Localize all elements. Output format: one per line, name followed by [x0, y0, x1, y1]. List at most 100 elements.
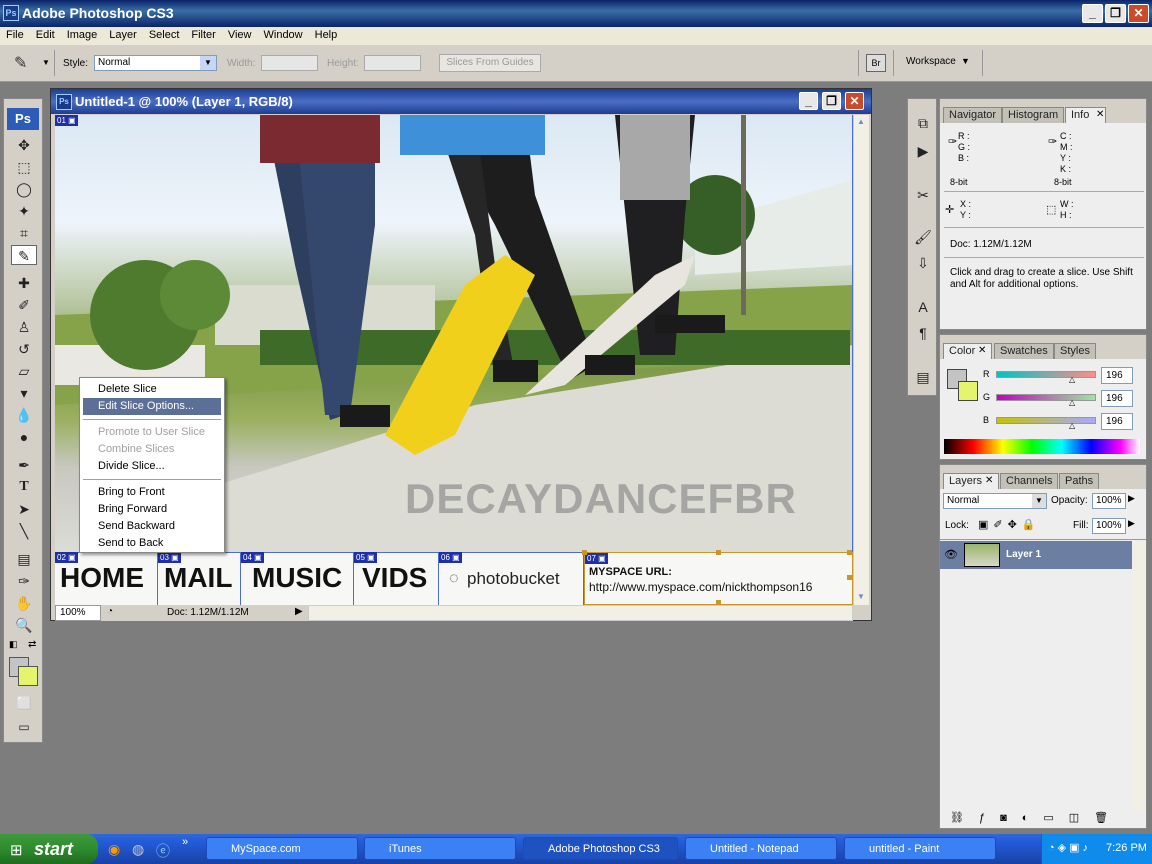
slice-05[interactable]: 05 ▣ VIDS [354, 552, 439, 605]
r-slider-thumb-icon[interactable]: △ [1069, 375, 1075, 384]
opacity-arrow-icon[interactable]: ▶ [1128, 493, 1135, 504]
b-slider-thumb-icon[interactable]: △ [1069, 421, 1075, 430]
firefox-quicklaunch-icon[interactable]: ◉ [108, 841, 120, 858]
eye-visibility-icon[interactable]: 👁 [944, 548, 958, 561]
document-close-button[interactable]: ✕ [845, 92, 864, 110]
fill-field[interactable]: 100% [1092, 518, 1126, 534]
minimize-button[interactable]: _ [1082, 4, 1103, 23]
default-colors-icon[interactable]: ◧ [9, 639, 18, 650]
slice-02[interactable]: 02 ▣ HOME [55, 552, 158, 605]
dodge-tool-icon[interactable]: ● [11, 427, 37, 447]
slice-handle[interactable] [716, 550, 721, 555]
status-menu-arrow-icon[interactable]: ▶ [295, 606, 303, 617]
brush-tool-icon[interactable]: ✐ [11, 295, 37, 315]
slice-03[interactable]: 03 ▣ MAIL [158, 552, 241, 605]
layer-footer-icons[interactable]: ⛓ƒ◙◐▭◫🗑 [950, 811, 1123, 824]
menu-select[interactable]: Select [143, 27, 186, 41]
tab-swatches[interactable]: Swatches [994, 343, 1054, 359]
menu-help[interactable]: Help [309, 27, 344, 41]
color-ramp[interactable] [944, 439, 1140, 454]
tab-histogram[interactable]: Histogram [1002, 107, 1065, 123]
zoom-field[interactable]: 100% [55, 605, 101, 621]
lock-options-icon[interactable]: ▣✐✥🔒 [978, 518, 1041, 531]
blur-tool-icon[interactable]: 💧 [11, 405, 37, 425]
slice-07-selected[interactable]: 07 ▣ MYSPACE URL: http://www.myspace.com… [582, 550, 853, 605]
tab-styles[interactable]: Styles [1054, 343, 1096, 359]
history-brush-tool-icon[interactable]: ↺ [11, 339, 37, 359]
path-selection-tool-icon[interactable]: ➤ [11, 499, 37, 519]
menu-view[interactable]: View [222, 27, 258, 41]
tool-presets-icon[interactable]: ✂ [910, 185, 936, 205]
document-horizontal-scrollbar[interactable] [308, 605, 853, 621]
quicklaunch-chevron-icon[interactable]: » [182, 836, 188, 848]
scroll-up-icon[interactable]: ▲ [857, 117, 865, 126]
marquee-tool-icon[interactable]: ⬚ [11, 157, 37, 177]
fill-arrow-icon[interactable]: ▶ [1128, 518, 1135, 529]
bridge-icon[interactable]: Br [866, 54, 886, 72]
layer-comps-panel-icon[interactable]: ▤ [910, 367, 936, 387]
slice-handle[interactable] [847, 575, 852, 580]
magic-wand-tool-icon[interactable]: ✦ [11, 201, 37, 221]
panel-background-swatch[interactable] [958, 381, 978, 401]
tab-channels[interactable]: Channels [1000, 473, 1059, 489]
brushes-panel-icon[interactable]: 🖌 [910, 227, 936, 247]
hand-tool-icon[interactable]: ✋ [11, 593, 37, 613]
style-select[interactable]: Normal [94, 55, 217, 71]
taskbar-paint[interactable]: untitled - Paint [844, 837, 996, 860]
background-color-swatch[interactable] [18, 666, 38, 686]
menu-item-delete-slice[interactable]: Delete Slice [83, 381, 221, 398]
menu-image[interactable]: Image [61, 27, 104, 41]
opacity-field[interactable]: 100% [1092, 493, 1126, 509]
screen-mode-icon[interactable]: ▭ [11, 717, 37, 737]
paint-bucket-tool-icon[interactable]: ▾ [11, 383, 37, 403]
slice-tool-preset-icon[interactable]: ✎ [14, 53, 27, 73]
r-slider[interactable] [996, 371, 1096, 378]
menu-window[interactable]: Window [258, 27, 309, 41]
workspace-arrow-icon[interactable]: ▼ [961, 56, 970, 66]
close-tab-icon[interactable]: ✕ [1096, 109, 1104, 120]
b-value-field[interactable]: 196 [1101, 413, 1133, 430]
actions-panel-icon[interactable]: ▶ [910, 141, 936, 161]
type-tool-icon[interactable]: T [11, 477, 37, 497]
character-panel-icon[interactable]: A [910, 297, 936, 317]
layer-row-layer-1[interactable]: 👁 Layer 1 [940, 541, 1132, 569]
close-tab-icon[interactable]: ✕ [985, 475, 993, 486]
tool-preset-arrow-icon[interactable]: ▼ [42, 58, 50, 67]
slice-handle[interactable] [847, 550, 852, 555]
move-tool-icon[interactable]: ✥ [11, 135, 37, 155]
history-panel-icon[interactable]: ⧉ [910, 113, 936, 133]
ie-quicklaunch-icon[interactable]: ⓔ [156, 841, 170, 861]
workspace-menu[interactable]: Workspace [906, 56, 956, 67]
menu-item-bring-forward[interactable]: Bring Forward [83, 501, 221, 518]
g-value-field[interactable]: 196 [1101, 390, 1133, 407]
scroll-down-icon[interactable]: ▼ [857, 592, 865, 601]
taskbar-myspace[interactable]: MySpace.com [206, 837, 358, 860]
taskbar-notepad[interactable]: Untitled - Notepad [685, 837, 837, 860]
slice-04[interactable]: 04 ▣ MUSIC [241, 552, 354, 605]
clone-stamp-tool-icon[interactable]: ♙ [11, 317, 37, 337]
clone-source-panel-icon[interactable]: ⇩ [910, 253, 936, 273]
tab-paths[interactable]: Paths [1059, 473, 1100, 489]
menu-item-send-to-back[interactable]: Send to Back [83, 535, 221, 552]
document-restore-button[interactable]: ❐ [822, 92, 841, 110]
menu-item-edit-slice-options[interactable]: Edit Slice Options... [83, 398, 221, 415]
r-value-field[interactable]: 196 [1101, 367, 1133, 384]
g-slider-thumb-icon[interactable]: △ [1069, 398, 1075, 407]
menu-item-divide-slice[interactable]: Divide Slice... [83, 458, 221, 475]
notes-tool-icon[interactable]: ▤ [11, 549, 37, 569]
menu-item-send-backward[interactable]: Send Backward [83, 518, 221, 535]
menu-item-bring-to-front[interactable]: Bring to Front [83, 484, 221, 501]
taskbar-photoshop[interactable]: Adobe Photoshop CS3 [523, 837, 678, 860]
chevron-down-icon[interactable]: ▼ [1032, 494, 1046, 508]
slice-handle[interactable] [582, 550, 587, 555]
menu-edit[interactable]: Edit [30, 27, 61, 41]
slice-06[interactable]: 06 ▣ ◌ photobucket [439, 552, 584, 605]
menu-filter[interactable]: Filter [185, 27, 221, 41]
swap-colors-icon[interactable]: ⇄ [28, 639, 36, 650]
healing-brush-tool-icon[interactable]: ✚ [11, 273, 37, 293]
pen-tool-icon[interactable]: ✒ [11, 455, 37, 475]
taskbar-itunes[interactable]: iTunes [364, 837, 516, 860]
quick-mask-icon[interactable]: ⬜ [11, 693, 37, 713]
g-slider[interactable] [996, 394, 1096, 401]
restore-button[interactable]: ❐ [1105, 4, 1126, 23]
